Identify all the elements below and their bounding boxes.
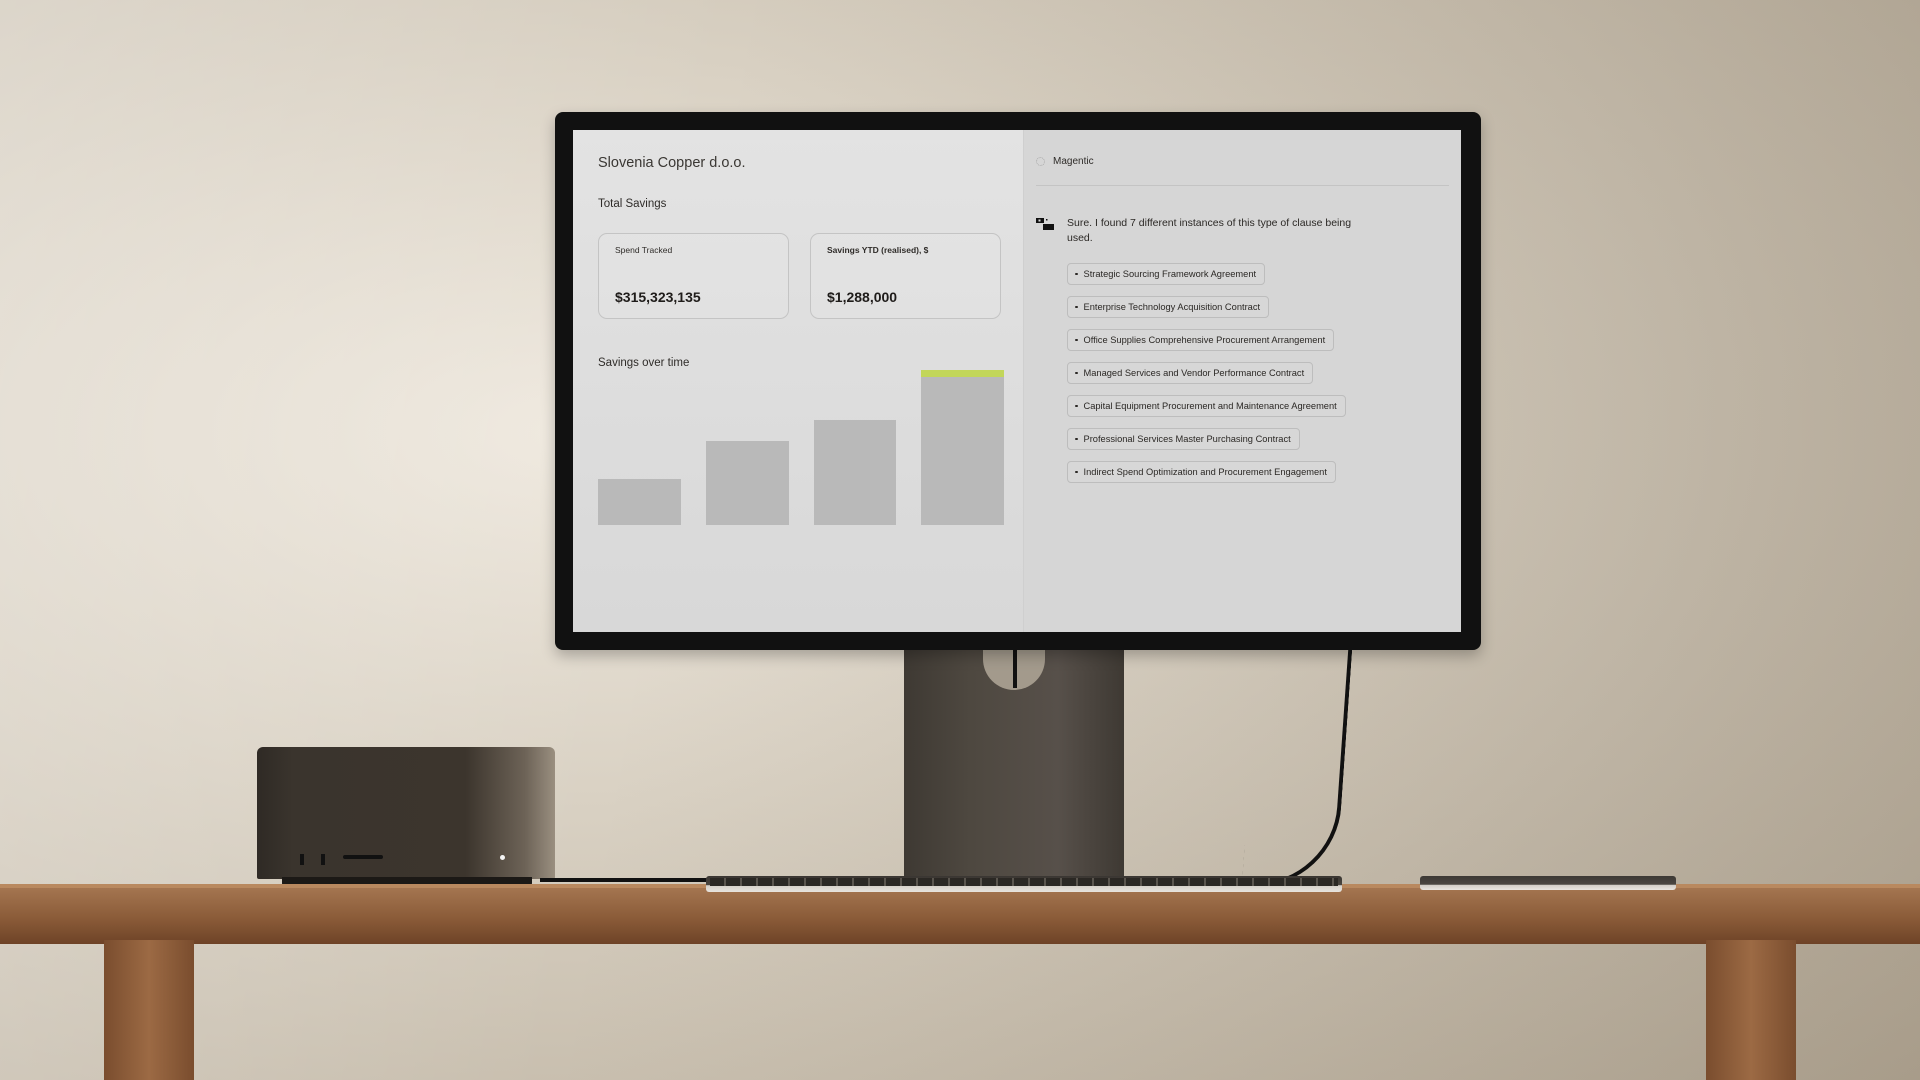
card-label: Spend Tracked xyxy=(615,245,673,255)
card-value: $315,323,135 xyxy=(615,289,701,305)
desk xyxy=(0,888,1920,944)
agent-message: Sure. I found 7 different instances of t… xyxy=(1067,217,1352,244)
savings-over-time-heading: Savings over time xyxy=(598,357,690,369)
usb-port xyxy=(321,854,325,865)
total-savings-heading: Total Savings xyxy=(598,198,667,210)
keyboard-keys[interactable] xyxy=(710,878,1338,886)
clause-result-chip[interactable]: Indirect Spend Optimization and Procurem… xyxy=(1067,461,1336,483)
screen: Slovenia Copper d.o.o. Total Savings Spe… xyxy=(573,130,1461,632)
bullet-icon xyxy=(1075,272,1078,276)
bullet-icon xyxy=(1075,437,1078,441)
cable xyxy=(540,878,710,882)
desk-leg xyxy=(1706,940,1796,1080)
savings-bar-chart xyxy=(598,370,1004,525)
sd-card-slot xyxy=(343,855,383,859)
bar-highlight-cap xyxy=(921,370,1004,377)
divider xyxy=(1036,185,1449,186)
bar-1[interactable] xyxy=(598,478,681,525)
chip-label: Indirect Spend Optimization and Procurem… xyxy=(1083,467,1327,477)
trackpad[interactable] xyxy=(1420,876,1676,890)
clause-result-chip[interactable]: Capital Equipment Procurement and Mainte… xyxy=(1067,395,1346,417)
chip-label: Office Supplies Comprehensive Procuremen… xyxy=(1083,335,1326,345)
card-label: Savings YTD (realised), $ xyxy=(827,245,929,255)
bullet-icon xyxy=(1075,470,1078,474)
clause-results-list: Strategic Sourcing Framework Agreement En… xyxy=(1067,263,1346,483)
chip-label: Managed Services and Vendor Performance … xyxy=(1083,368,1305,378)
bar-4[interactable] xyxy=(921,370,1004,525)
bar-2[interactable] xyxy=(705,441,789,525)
chip-label: Professional Services Master Purchasing … xyxy=(1083,434,1291,444)
bullet-icon xyxy=(1075,305,1078,309)
usb-port xyxy=(300,854,304,865)
clause-result-chip[interactable]: Managed Services and Vendor Performance … xyxy=(1067,362,1314,384)
dashboard-pane: Slovenia Copper d.o.o. Total Savings Spe… xyxy=(573,130,1023,632)
agent-pane: Magentic Sure. I found 7 different insta… xyxy=(1023,130,1461,632)
agent-name: Magentic xyxy=(1053,156,1094,167)
bullet-icon xyxy=(1075,404,1078,408)
cable xyxy=(1013,648,1017,688)
card-value: $1,288,000 xyxy=(827,289,898,305)
savings-ytd-card[interactable]: Savings YTD (realised), $ $1,288,000 xyxy=(810,233,1001,319)
agent-header: Magentic xyxy=(1036,156,1094,167)
chip-label: Capital Equipment Procurement and Mainte… xyxy=(1083,401,1337,411)
spend-tracked-card[interactable]: Spend Tracked $315,323,135 xyxy=(598,233,789,319)
desktop-computer xyxy=(257,747,555,879)
clause-result-chip[interactable]: Professional Services Master Purchasing … xyxy=(1067,428,1300,450)
clause-result-chip[interactable]: Office Supplies Comprehensive Procuremen… xyxy=(1067,329,1335,351)
clause-result-chip[interactable]: Strategic Sourcing Framework Agreement xyxy=(1067,263,1266,285)
agent-logo-icon xyxy=(1036,218,1054,230)
spinner-icon xyxy=(1036,157,1045,166)
bullet-icon xyxy=(1075,371,1078,375)
bar-3[interactable] xyxy=(813,419,897,525)
chip-label: Strategic Sourcing Framework Agreement xyxy=(1083,269,1257,279)
company-title: Slovenia Copper d.o.o. xyxy=(598,155,746,171)
power-led xyxy=(500,855,505,860)
clause-result-chip[interactable]: Enterprise Technology Acquisition Contra… xyxy=(1067,296,1270,318)
desk-leg xyxy=(104,940,194,1080)
bullet-icon xyxy=(1075,338,1078,342)
chip-label: Enterprise Technology Acquisition Contra… xyxy=(1083,302,1261,312)
